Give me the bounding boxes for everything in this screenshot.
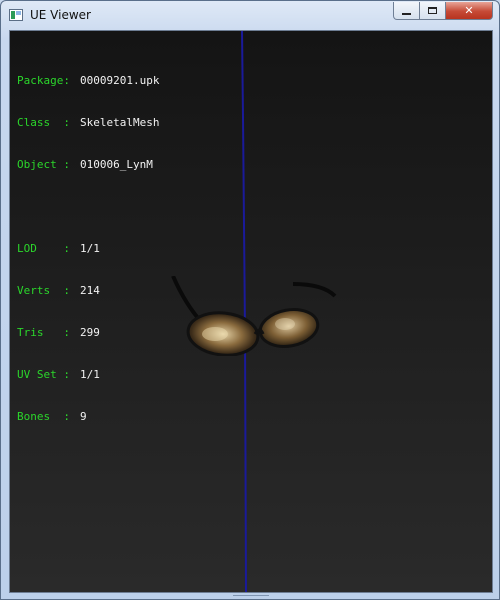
info-row-lod: LOD :1/1 xyxy=(17,242,100,255)
maximize-button[interactable] xyxy=(419,2,446,20)
minimize-button[interactable] xyxy=(393,2,420,20)
window-title: UE Viewer xyxy=(30,8,91,22)
title-bar[interactable]: UE Viewer ✕ xyxy=(1,1,499,29)
info-row-uvset: UV Set :1/1 xyxy=(17,368,100,381)
maximize-icon xyxy=(428,7,437,14)
info-row-class: Class : SkeletalMesh xyxy=(17,116,160,129)
info-row-object: Object :010006_LynM xyxy=(17,158,153,171)
mesh-info-panel: Package: 00009201.upk Class : SkeletalMesh… xyxy=(17,46,159,452)
sunglasses-mesh xyxy=(171,276,337,356)
close-icon: ✕ xyxy=(464,4,474,17)
info-row-package: Package: 00009201.upk xyxy=(17,74,160,87)
minimize-icon xyxy=(402,12,411,15)
info-row-verts: Verts :214 xyxy=(17,284,100,297)
resize-grip[interactable] xyxy=(233,595,269,600)
ue-viewer-window: UE Viewer ✕ Package: 00009201.upk Class … xyxy=(0,0,500,600)
info-row-tris: Tris :299 xyxy=(17,326,100,339)
3d-viewport[interactable]: Package: 00009201.upk Class : SkeletalMesh… xyxy=(9,30,493,593)
close-button[interactable]: ✕ xyxy=(445,2,493,20)
app-icon xyxy=(9,9,23,21)
info-row-bones: Bones :9 xyxy=(17,410,87,423)
